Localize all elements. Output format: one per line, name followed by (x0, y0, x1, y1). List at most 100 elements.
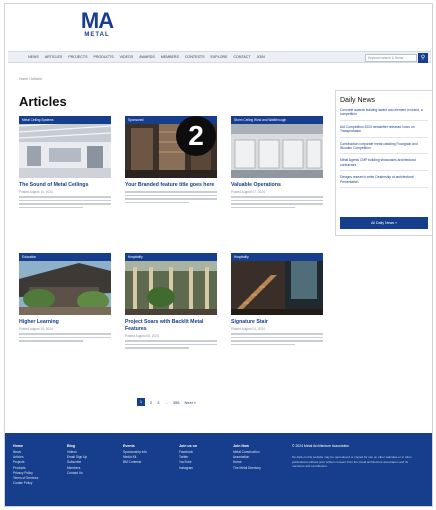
category-tag[interactable]: Metal Ceiling Systems (19, 116, 111, 124)
article-image[interactable]: Storm Ceiling Wind and Walkthrough (231, 116, 323, 178)
footer-note-text: No data on this website may be reproduce… (292, 455, 412, 469)
nav-item-products[interactable]: PRODUCTS (93, 55, 113, 59)
nav-item-members[interactable]: MEMBERS (161, 55, 179, 59)
ceiling-photo (19, 116, 111, 178)
article-image[interactable]: Education (19, 253, 111, 315)
category-tag[interactable]: Hospitality (125, 253, 217, 261)
news-item[interactable]: Metal Agents CMP building showcases arch… (340, 158, 428, 172)
category-tag[interactable]: Education (19, 253, 111, 261)
nav-item-explore[interactable]: EXPLORE (211, 55, 228, 59)
footer-link[interactable]: Contact Us (67, 471, 87, 476)
page-link[interactable]: 396 (173, 400, 180, 405)
page-current[interactable]: 1 (137, 398, 145, 406)
article-title[interactable]: Valuable Operations (231, 182, 323, 189)
excerpt-line (231, 336, 323, 339)
nav-item-articles[interactable]: ARTICLES (45, 55, 63, 59)
search-icon[interactable]: ⚲ (418, 53, 428, 63)
page-link[interactable]: 3 (157, 400, 159, 405)
footer-column: Blog Videos Email Sign Up Subscribe Memb… (67, 444, 87, 476)
all-daily-news-button[interactable]: All Daily News » (340, 217, 428, 229)
excerpt-line (231, 203, 323, 205)
footer-heading[interactable]: Blog (67, 444, 87, 448)
footer-note: No data on this website may be reproduce… (292, 455, 420, 469)
article-image[interactable]: Hospitality (125, 253, 217, 315)
nav-item-projects[interactable]: PROJECTS (68, 55, 87, 59)
news-item[interactable]: Construction corporate metal cladding Fo… (340, 142, 428, 155)
footer-heading[interactable]: Events (123, 444, 147, 448)
footer-heading[interactable]: Join us on (179, 444, 197, 448)
footer-link[interactable]: The Metal Directory (233, 466, 261, 471)
article-card[interactable]: Education Higher Learning Posted August … (19, 253, 111, 342)
next-page-link[interactable]: Next » (185, 400, 197, 405)
excerpt-line (125, 347, 190, 349)
article-title[interactable]: Higher Learning (19, 319, 111, 326)
footer-heading[interactable]: Join Now (233, 444, 261, 448)
nav-item-contests[interactable]: CONTESTS (185, 55, 205, 59)
pagination: 1 2 3 ... 396 Next » (137, 398, 201, 406)
excerpt-line (125, 198, 217, 200)
news-item-title[interactable]: Concrete awards building award and eleme… (340, 108, 428, 117)
news-item[interactable]: AIA Competition 2024 newsletter released… (340, 125, 428, 138)
news-item-title[interactable]: Metal Agents CMP building showcases arch… (340, 158, 428, 167)
excerpt-line (231, 343, 296, 346)
nav-item-contact[interactable]: CONTACT (233, 55, 250, 59)
footer-link[interactable]: BM Contests (123, 460, 147, 465)
article-date: Posted August 01, 2024 (231, 327, 265, 331)
page-link[interactable]: 2 (150, 400, 152, 405)
search-input[interactable]: Keyword search & Home (365, 54, 417, 62)
article-card[interactable]: Hospitality Project Soars with Backlit M… (125, 253, 217, 349)
article-title[interactable]: The Sound of Metal Ceilings (19, 182, 111, 189)
category-tag[interactable]: Hospitality (231, 253, 323, 261)
breadcrumb[interactable]: Home / Articles (19, 77, 42, 81)
excerpt-line (125, 194, 217, 197)
overlay-number-badge: 2 (176, 116, 216, 156)
category-tag[interactable]: Storm Ceiling Wind and Walkthrough (231, 116, 323, 124)
news-item-title[interactable]: Designs research ceiler Dealership at ar… (340, 175, 428, 184)
stair-photo (231, 253, 323, 315)
atrium-photo (125, 253, 217, 315)
excerpt-line (19, 203, 111, 205)
page-ellipsis: ... (164, 399, 168, 405)
site-footer: Home News Articles Projects Products Pri… (5, 433, 432, 506)
news-item-title[interactable]: Construction corporate metal cladding Fo… (340, 142, 428, 151)
article-title[interactable]: Your Branded feature title goes here (125, 182, 217, 189)
article-title[interactable]: Signature Stair (231, 319, 323, 326)
excerpt-line (19, 206, 84, 209)
footer-heading[interactable]: Home (13, 444, 38, 448)
footer-link[interactable]: Cookie Policy (13, 481, 38, 486)
retail-photo (231, 116, 323, 178)
footer-column: Join Now Metal Construction Association … (233, 444, 261, 471)
footer-column: Events Sponsorship Info Media Kit BM Con… (123, 444, 147, 466)
article-card[interactable]: Hospitality Signature Stair Posted Augus… (231, 253, 323, 346)
article-card[interactable]: Storm Ceiling Wind and Walkthrough Valua… (231, 116, 323, 209)
news-item-title[interactable]: AIA Competition 2024 newsletter released… (340, 125, 428, 134)
news-item[interactable]: Designs research ceiler Dealership at ar… (340, 175, 428, 189)
article-image[interactable]: Hospitality (231, 253, 323, 315)
daily-news-title: Daily News (340, 97, 376, 104)
logo-mark: MA (80, 8, 114, 33)
excerpt-line (125, 340, 217, 342)
excerpt-line (231, 196, 323, 198)
article-title[interactable]: Project Soars with Backlit Metal Feature… (125, 319, 217, 333)
excerpt-line (125, 343, 217, 346)
excerpt-line (231, 333, 323, 335)
excerpt-line (231, 340, 323, 342)
article-date: Posted August 07, 2024 (231, 190, 265, 194)
nav-item-news[interactable]: NEWS (28, 55, 39, 59)
building-photo (19, 253, 111, 315)
excerpt-line (19, 333, 111, 335)
article-image[interactable]: Metal Ceiling Systems (19, 116, 111, 178)
excerpt-line (231, 199, 323, 202)
footer-link[interactable]: Instagram (179, 466, 197, 471)
copyright: © 2024 Metal Architecture Association (292, 444, 350, 448)
article-card[interactable]: Metal Ceiling Systems The Sound of Metal… (19, 116, 111, 209)
daily-news-panel: Daily News Concrete awards building awar… (335, 90, 432, 236)
site-logo[interactable]: MA METAL (75, 10, 119, 40)
article-date: Posted August 08, 2024 (125, 334, 159, 338)
nav-item-videos[interactable]: VIDEOS (120, 55, 134, 59)
main-nav: NEWS ARTICLES PROJECTS PRODUCTS VIDEOS A… (8, 51, 431, 63)
nav-item-join[interactable]: JOIN (257, 55, 265, 59)
nav-item-awards[interactable]: AWARDS (139, 55, 155, 59)
news-item[interactable]: Concrete awards building award and eleme… (340, 108, 428, 121)
footer-column: Join us on Facebook Twitter YouTube Inst… (179, 444, 197, 471)
